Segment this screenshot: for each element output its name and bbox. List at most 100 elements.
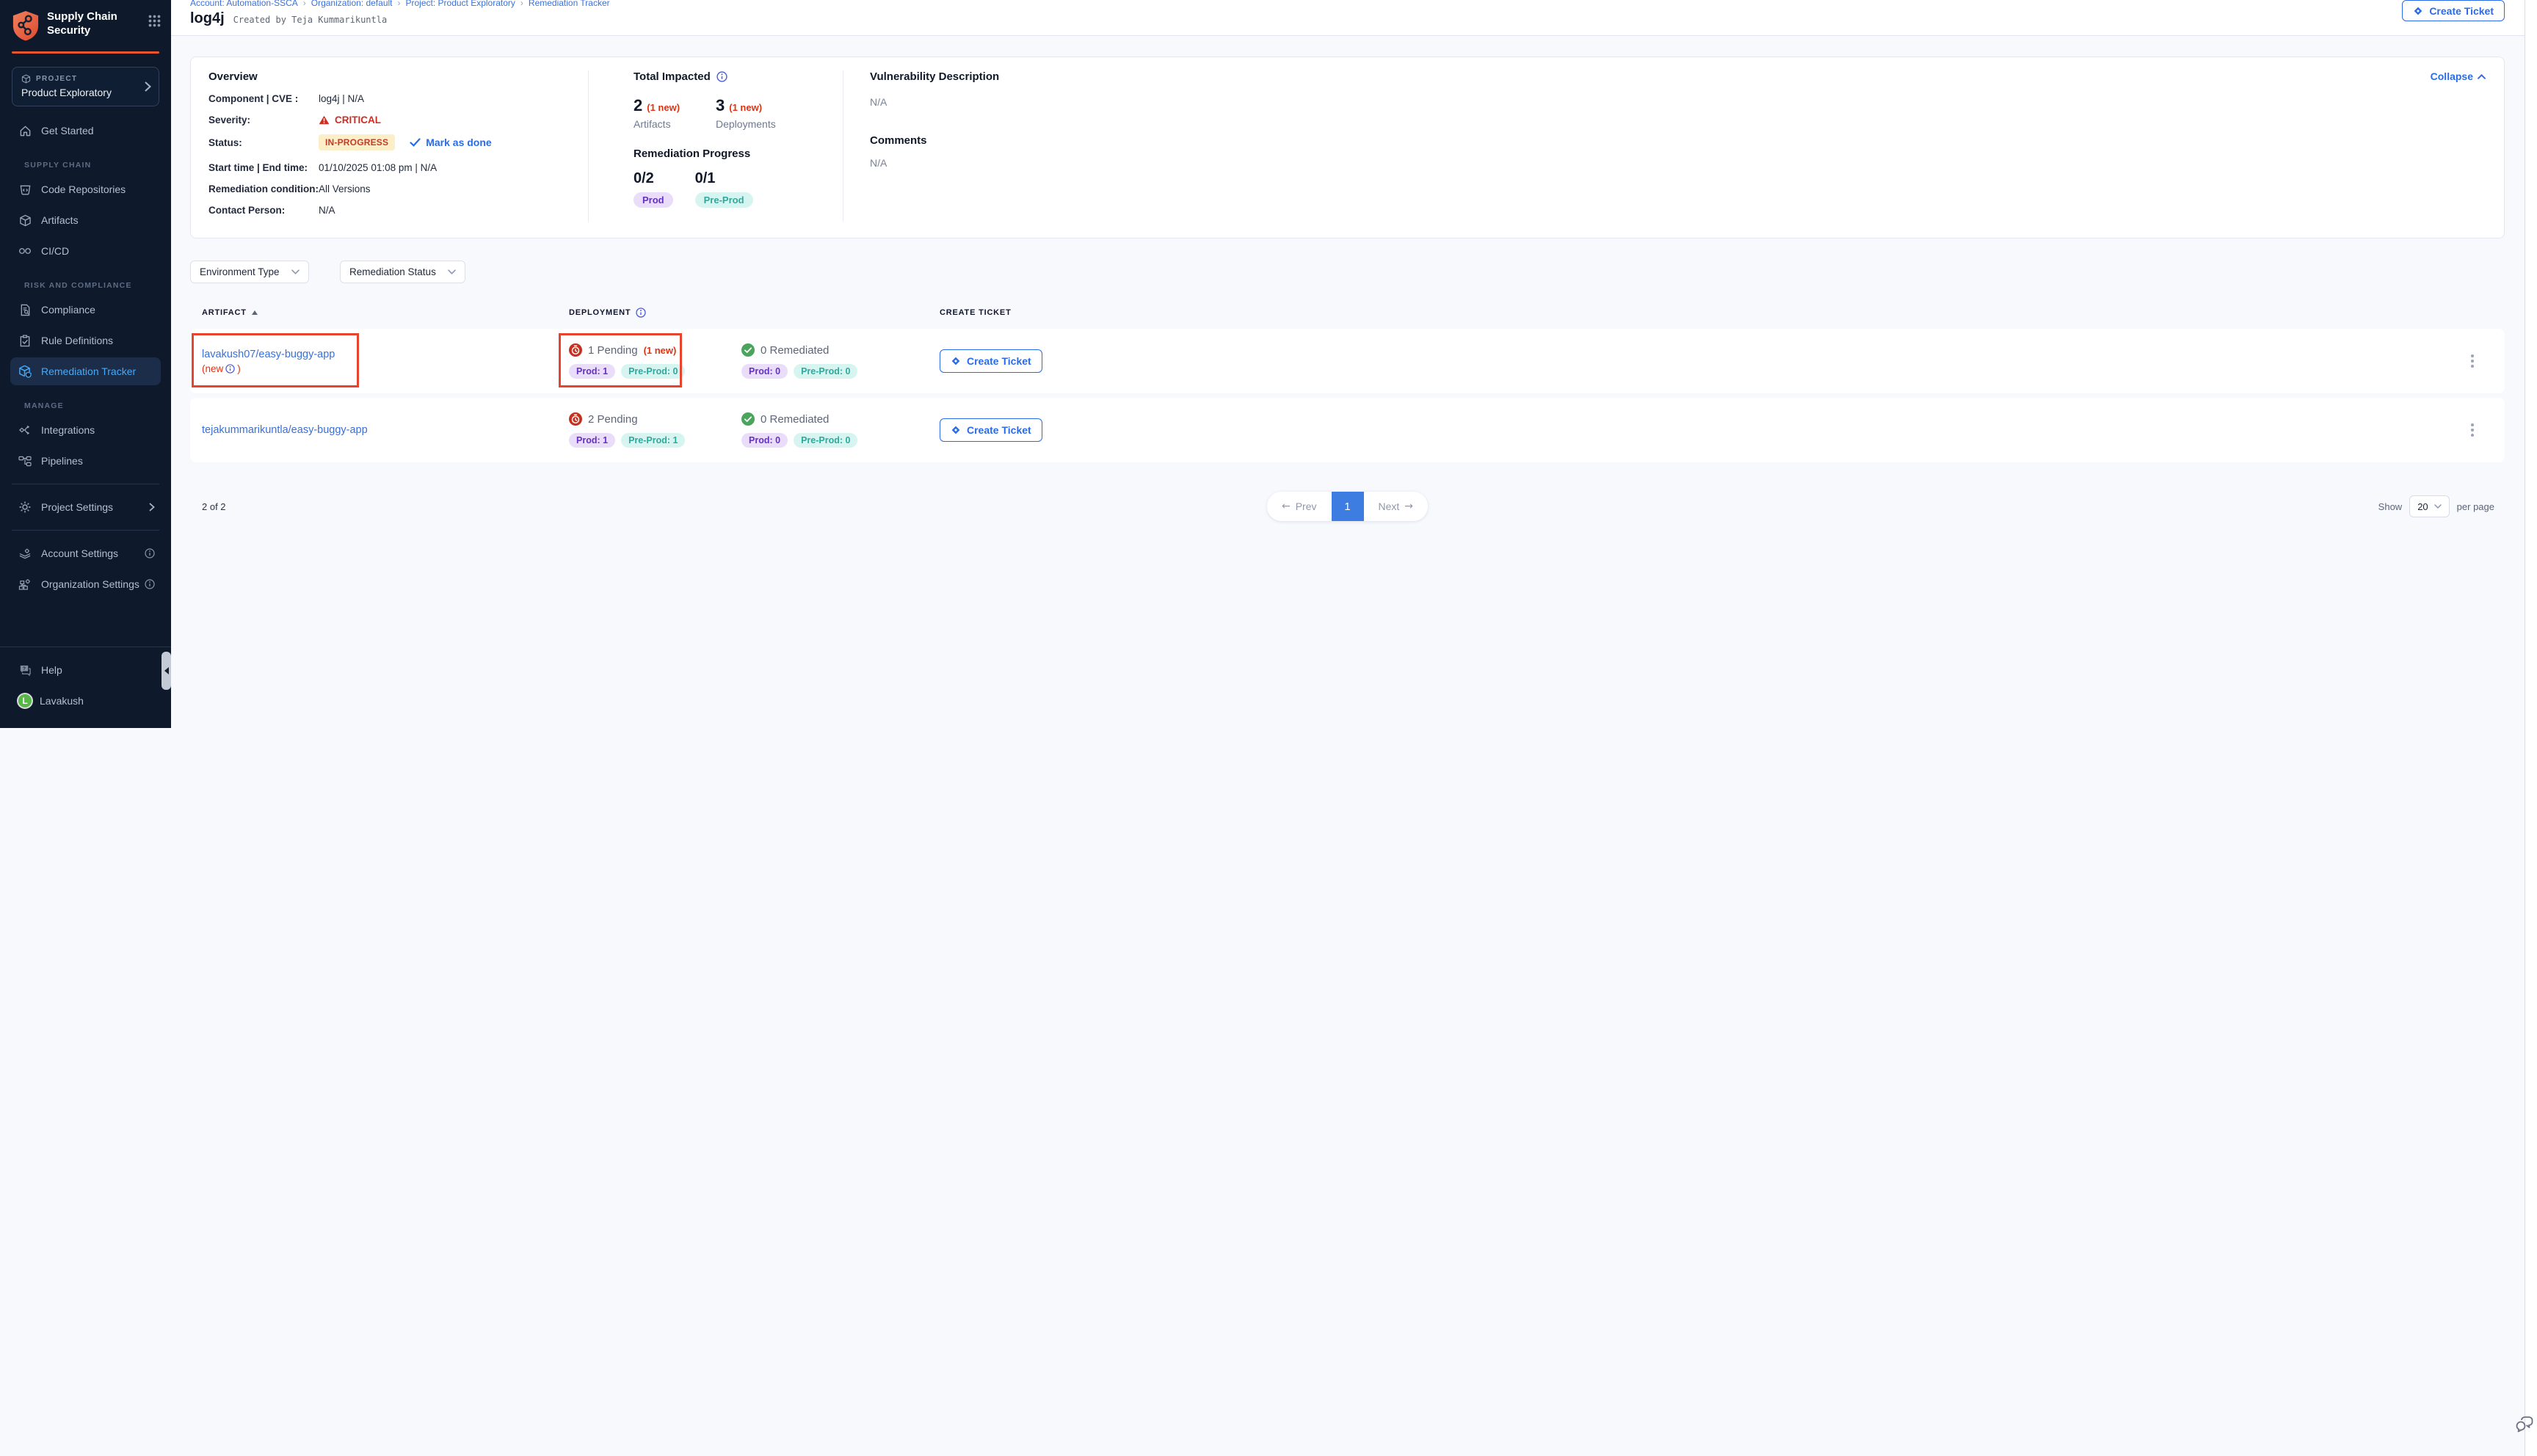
breadcrumb-remediation-tracker[interactable]: Remediation Tracker	[529, 0, 610, 8]
sidebar-item-label: Remediation Tracker	[41, 365, 136, 377]
sidebar-item-account-settings[interactable]: Account Settings	[0, 539, 171, 567]
ticket-diamond-icon	[2413, 6, 2423, 16]
environment-type-select[interactable]: Environment Type	[190, 261, 309, 283]
mark-as-done-link[interactable]: Mark as done	[410, 136, 491, 148]
pending-new-count: (1 new)	[644, 345, 677, 356]
user-menu[interactable]: L Lavakush	[0, 687, 171, 715]
kebab-menu-icon[interactable]	[2471, 423, 2474, 437]
kebab-menu-icon[interactable]	[2471, 354, 2474, 368]
breadcrumb-account[interactable]: Account: Automation-SSCA	[190, 0, 298, 8]
info-icon[interactable]	[145, 548, 155, 558]
sidebar-item-artifacts[interactable]: Artifacts	[0, 206, 171, 234]
comments-value: N/A	[870, 157, 2383, 169]
infinity-icon	[18, 244, 32, 258]
sidebar-item-remediation-tracker[interactable]: Remediation Tracker	[10, 357, 161, 385]
clipboard-check-icon	[18, 334, 32, 347]
user-name: Lavakush	[40, 695, 84, 707]
sidebar-item-project-settings[interactable]: Project Settings	[0, 493, 171, 521]
cube-icon	[21, 74, 31, 84]
breadcrumb-separator: ›	[398, 0, 401, 8]
sort-asc-icon[interactable]	[252, 310, 258, 315]
box-icon	[18, 214, 32, 227]
sidebar-item-help[interactable]: ? Help	[0, 656, 171, 684]
collapse-arrow-icon	[164, 667, 169, 674]
page-number-active[interactable]: 1	[1332, 492, 1364, 521]
prod-count-badge: Prod: 1	[569, 433, 615, 448]
sidebar-item-organization-settings[interactable]: Organization Settings	[0, 570, 171, 598]
condition-label: Remediation condition:	[208, 183, 319, 194]
deployments-stat-label: Deployments	[716, 118, 779, 130]
home-icon	[18, 124, 32, 137]
artifact-cell: tejakummarikuntla/easy-buggy-app	[202, 423, 569, 437]
next-page-button[interactable]: Next →	[1364, 492, 1429, 521]
info-icon[interactable]	[636, 307, 646, 318]
sidebar-item-compliance[interactable]: Compliance	[0, 296, 171, 324]
breadcrumb-organization[interactable]: Organization: default	[311, 0, 393, 8]
sidebar-item-code-repositories[interactable]: Code Repositories	[0, 175, 171, 203]
document-search-icon	[18, 303, 32, 316]
chevron-up-icon	[2478, 74, 2486, 79]
page-size-select[interactable]: 20	[2409, 495, 2449, 517]
pagination: 2 of 2 ← Prev 1 Next → Show 20	[190, 492, 2505, 521]
pending-icon	[569, 343, 582, 357]
sidebar-item-label: Code Repositories	[41, 183, 126, 195]
sidebar-collapse-handle[interactable]	[161, 652, 171, 690]
breadcrumb-project[interactable]: Project: Product Exploratory	[406, 0, 515, 8]
shield-logo-icon	[12, 10, 40, 41]
deployment-column-header: DEPLOYMENT	[569, 308, 631, 317]
created-by: Created by Teja Kummarikuntla	[233, 15, 388, 25]
scrollbar-gutter[interactable]	[2525, 0, 2537, 1456]
project-selector[interactable]: PROJECT Product Exploratory	[12, 67, 159, 106]
sidebar-item-label: Project Settings	[41, 501, 113, 513]
create-ticket-button[interactable]: Create Ticket	[940, 349, 1042, 373]
create-ticket-button[interactable]: Create Ticket	[940, 418, 1042, 442]
contact-value: N/A	[319, 205, 335, 216]
project-name: Product Exploratory	[21, 87, 139, 98]
preprod-count-badge: Pre-Prod: 0	[794, 364, 857, 379]
sidebar-item-cicd[interactable]: CI/CD	[0, 237, 171, 265]
prod-progress-value: 0/2	[634, 170, 673, 187]
app-grid-icon[interactable]	[148, 15, 161, 27]
sidebar-item-integrations[interactable]: Integrations	[0, 416, 171, 444]
content: Overview Component | CVE : log4j | N/A S…	[171, 36, 2537, 521]
pager: ← Prev 1 Next →	[1267, 492, 1428, 521]
pending-count: 2 Pending	[588, 413, 638, 426]
artifacts-new-count: (1 new)	[647, 102, 680, 113]
sidebar-item-pipelines[interactable]: Pipelines	[0, 447, 171, 475]
sidebar-item-rule-definitions[interactable]: Rule Definitions	[0, 327, 171, 354]
artifact-link[interactable]: tejakummarikuntla/easy-buggy-app	[202, 424, 368, 436]
vulnerability-description-value: N/A	[870, 96, 2383, 108]
prod-count-badge: Prod: 1	[569, 364, 615, 379]
component-cve-value: log4j | N/A	[319, 93, 364, 104]
info-icon[interactable]	[716, 71, 727, 82]
code-repo-icon	[18, 183, 32, 196]
prev-page-button[interactable]: ← Prev	[1267, 492, 1332, 521]
remediated-cell: 0 Remediated Prod: 0 Pre-Prod: 0	[741, 412, 940, 448]
remediated-count: 0 Remediated	[761, 344, 829, 357]
remediated-check-icon	[741, 343, 755, 357]
sidebar-item-get-started[interactable]: Get Started	[0, 117, 171, 145]
severity-value: CRITICAL	[319, 114, 381, 125]
help-chat-icon: ?	[18, 663, 32, 677]
support-chat-icon[interactable]	[2515, 1416, 2534, 1434]
section-risk-compliance: RISK AND COMPLIANCE	[24, 281, 159, 290]
remediation-status-label: Remediation Status	[349, 266, 436, 277]
overview-column: Overview Component | CVE : log4j | N/A S…	[191, 70, 588, 222]
comments-heading: Comments	[870, 134, 2383, 147]
status-label: Status:	[208, 137, 319, 148]
create-ticket-label: Create Ticket	[967, 355, 1031, 367]
info-icon[interactable]	[145, 579, 155, 589]
preprod-progress-value: 0/1	[695, 170, 753, 187]
new-tag-close: )	[237, 363, 241, 374]
create-ticket-button[interactable]: Create Ticket	[2402, 0, 2505, 21]
collapse-link[interactable]: Collapse	[2431, 70, 2486, 82]
overview-card: Overview Component | CVE : log4j | N/A S…	[190, 57, 2505, 239]
info-icon[interactable]	[225, 364, 235, 374]
artifact-link[interactable]: lavakush07/easy-buggy-app	[202, 349, 335, 360]
remediation-status-select[interactable]: Remediation Status	[340, 261, 465, 283]
collapse-label: Collapse	[2431, 70, 2473, 82]
create-ticket-label: Create Ticket	[967, 424, 1031, 436]
brand-header: Supply Chain Security	[0, 0, 171, 48]
ticket-diamond-icon	[951, 425, 961, 435]
artifact-cell: lavakush07/easy-buggy-app (new )	[202, 348, 569, 374]
